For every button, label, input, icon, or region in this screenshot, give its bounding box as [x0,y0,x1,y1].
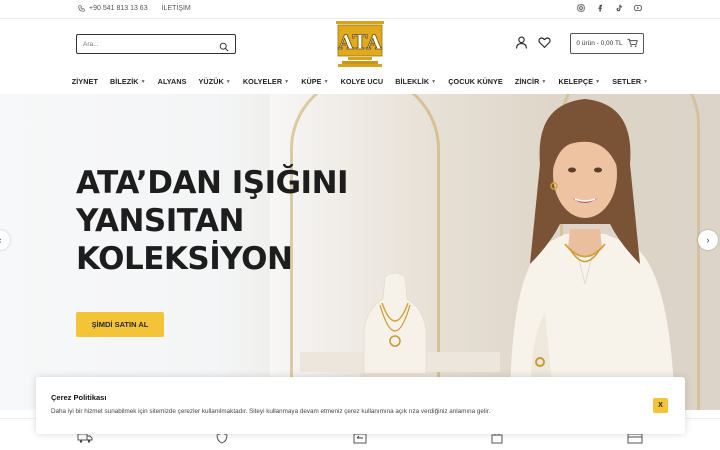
chevron-down-icon: ▼ [323,78,329,85]
site-header: ATA 0 ürün - 0,00 TL [0,19,720,69]
nav-item-bileklik[interactable]: BİLEKLİK ▼ [389,77,442,86]
hero-headline-line: YANSITAN [76,203,244,239]
nav-label: KOLYE UCU [340,77,384,86]
nav-label: KELEPÇE [558,77,594,86]
chevron-down-icon: ▼ [541,78,547,85]
main-nav: ZİYNET BİLEZİK ▼ ALYANS YÜZÜK ▼ KOLYELER ▼ … [0,69,720,94]
hero-headline-line: ATA’DAN IŞIĞINI [76,165,349,201]
header-icons [515,36,551,54]
nav-item-ziynet[interactable]: ZİYNET [66,77,104,86]
svg-text:ATA: ATA [337,30,382,54]
cookie-banner: Çerez Politikası Daha iyi bir hizmet sun… [36,377,685,434]
nav-item-kupe[interactable]: KÜPE ▼ [295,77,334,86]
chevron-down-icon: ▼ [225,78,231,85]
instagram-icon[interactable] [577,4,585,12]
hero-headline-line: KOLEKSİYON [76,241,293,277]
chevron-down-icon: ▼ [595,78,601,85]
chevron-left-icon: ‹ [0,235,2,245]
chevron-right-icon: › [706,235,710,245]
cart-icon [627,38,638,50]
nav-item-zincir[interactable]: ZİNCİR ▼ [509,77,553,86]
site-logo[interactable]: ATA [336,21,384,67]
cart-summary: 0 ürün - 0,00 TL [576,40,623,47]
nav-label: ZİNCİR [514,77,540,86]
nav-item-kelepce[interactable]: KELEPÇE ▼ [552,77,606,86]
nav-label: KOLYELER [242,77,283,86]
nav-label: KÜPE [301,77,322,86]
user-icon[interactable] [515,36,528,54]
chevron-down-icon: ▼ [140,78,146,85]
phone-icon [78,5,85,12]
nav-item-kolyeler[interactable]: KOLYELER ▼ [237,77,295,86]
facebook-icon[interactable] [596,4,604,12]
nav-label: SETLER [612,77,642,86]
nav-label: BİLEKLİK [395,77,430,86]
nav-item-cocuk-kunye[interactable]: ÇOCUK KÜNYE [442,77,509,86]
search-input[interactable] [77,40,212,48]
cookie-close-button[interactable]: X [653,398,668,413]
necklace-display-image [360,272,430,379]
nav-label: BİLEZİK [109,77,139,86]
nav-label: ZİYNET [71,77,98,86]
cookie-text: Daha iyi bir hizmet sunabilmek için site… [51,408,491,415]
top-contact: +90 541 813 13 63 İLETİŞİM [78,5,191,12]
chevron-down-icon: ▼ [643,78,649,85]
social-links [577,4,642,12]
shop-now-button[interactable]: ŞİMDİ SATIN AL [76,312,164,337]
nav-label: ALYANS [157,77,187,86]
chevron-down-icon: ▼ [431,78,437,85]
nav-item-yuzuk[interactable]: YÜZÜK ▼ [193,77,237,86]
contact-link[interactable]: İLETİŞİM [162,5,191,12]
cookie-title: Çerez Politikası [51,393,107,402]
nav-label: ÇOCUK KÜNYE [448,77,503,86]
tiktok-icon[interactable] [615,4,623,12]
nav-item-kolye-ucu[interactable]: KOLYE UCU [335,77,390,86]
nav-item-bilezik[interactable]: BİLEZİK ▼ [104,77,152,86]
hero-slider: ATA’DAN IŞIĞINI YANSITAN KOLEKSİYON ŞİMD… [0,94,720,410]
nav-item-alyans[interactable]: ALYANS [152,77,193,86]
phone-number[interactable]: +90 541 813 13 63 [89,5,148,12]
slider-prev-button[interactable]: ‹ [0,230,10,250]
search-box [76,34,236,54]
slider-next-button[interactable]: › [698,230,718,250]
heart-icon[interactable] [538,36,551,54]
youtube-icon[interactable] [634,4,642,12]
nav-label: YÜZÜK [198,77,224,86]
chevron-down-icon: ▼ [284,78,290,85]
top-bar: +90 541 813 13 63 İLETİŞİM [0,0,720,19]
cart-button[interactable]: 0 ürün - 0,00 TL [570,33,644,54]
hero-model-image [510,99,675,410]
nav-item-setler[interactable]: SETLER ▼ [606,77,654,86]
hero-headline: ATA’DAN IŞIĞINI YANSITAN KOLEKSİYON [76,164,349,278]
search-icon[interactable] [219,39,229,57]
